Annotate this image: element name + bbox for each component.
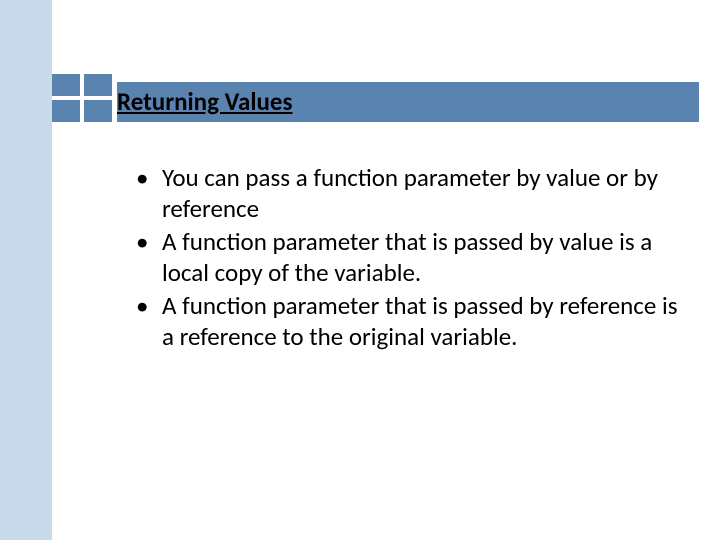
list-item: • A function parameter that is passed by… [128, 290, 688, 352]
bullet-text: A function parameter that is passed by r… [162, 290, 688, 352]
list-item: • You can pass a function parameter by v… [128, 162, 688, 224]
left-accent-strip [0, 0, 52, 540]
bullet-text: You can pass a function parameter by val… [162, 162, 688, 224]
decorative-square [84, 100, 112, 122]
content-area: • You can pass a function parameter by v… [128, 162, 688, 354]
bullet-marker: • [128, 226, 162, 257]
decorative-square [84, 74, 112, 96]
bullet-marker: • [128, 290, 162, 321]
decorative-square [52, 74, 80, 96]
decorative-square [52, 100, 80, 122]
slide-title: Returning Values [117, 86, 292, 117]
bullet-text: A function parameter that is passed by v… [162, 226, 688, 288]
bullet-marker: • [128, 162, 162, 193]
list-item: • A function parameter that is passed by… [128, 226, 688, 288]
